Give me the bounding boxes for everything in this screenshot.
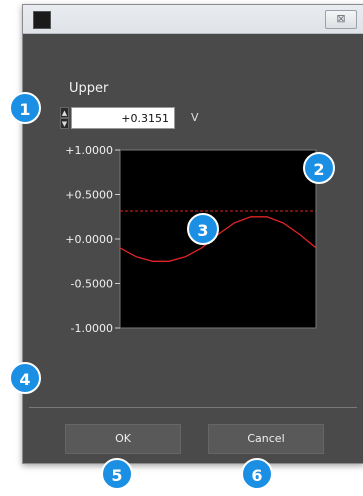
waveform-chart: +1.0000 +0.5000 +0.0000 -0.5000 -1.0000 xyxy=(65,144,317,335)
callout-5: 5 xyxy=(101,458,133,490)
dialog-content: Upper ▲ ▼ V +1.0000 +0.5000 +0.0000 -0.5000… xyxy=(23,34,363,463)
plot-area xyxy=(119,149,317,329)
callout-6: 6 xyxy=(241,458,273,490)
app-icon xyxy=(33,11,51,29)
callout-4: 4 xyxy=(9,362,41,394)
callout-2: 2 xyxy=(303,152,335,184)
close-button[interactable]: ⊠ xyxy=(325,10,357,29)
spin-up-button[interactable]: ▲ xyxy=(60,107,69,118)
callout-3: 3 xyxy=(187,213,219,245)
cancel-button[interactable]: Cancel xyxy=(208,424,324,454)
upper-label: Upper xyxy=(69,81,109,96)
divider xyxy=(29,407,357,408)
callout-1: 1 xyxy=(9,92,41,124)
value-spinner[interactable]: ▲ ▼ xyxy=(60,107,69,129)
y-tick-label: +0.0000 xyxy=(65,233,113,246)
ok-button[interactable]: OK xyxy=(65,424,181,454)
y-tick-label: +1.0000 xyxy=(65,144,113,157)
title-bar: ⊠ xyxy=(23,5,363,34)
y-tick-label: -0.5000 xyxy=(71,278,113,291)
y-tick-label: -1.0000 xyxy=(71,322,113,335)
upper-value-input[interactable] xyxy=(71,107,175,129)
y-tick-label: +0.5000 xyxy=(65,189,113,202)
spin-down-button[interactable]: ▼ xyxy=(60,118,69,129)
unit-label: V xyxy=(191,111,199,124)
